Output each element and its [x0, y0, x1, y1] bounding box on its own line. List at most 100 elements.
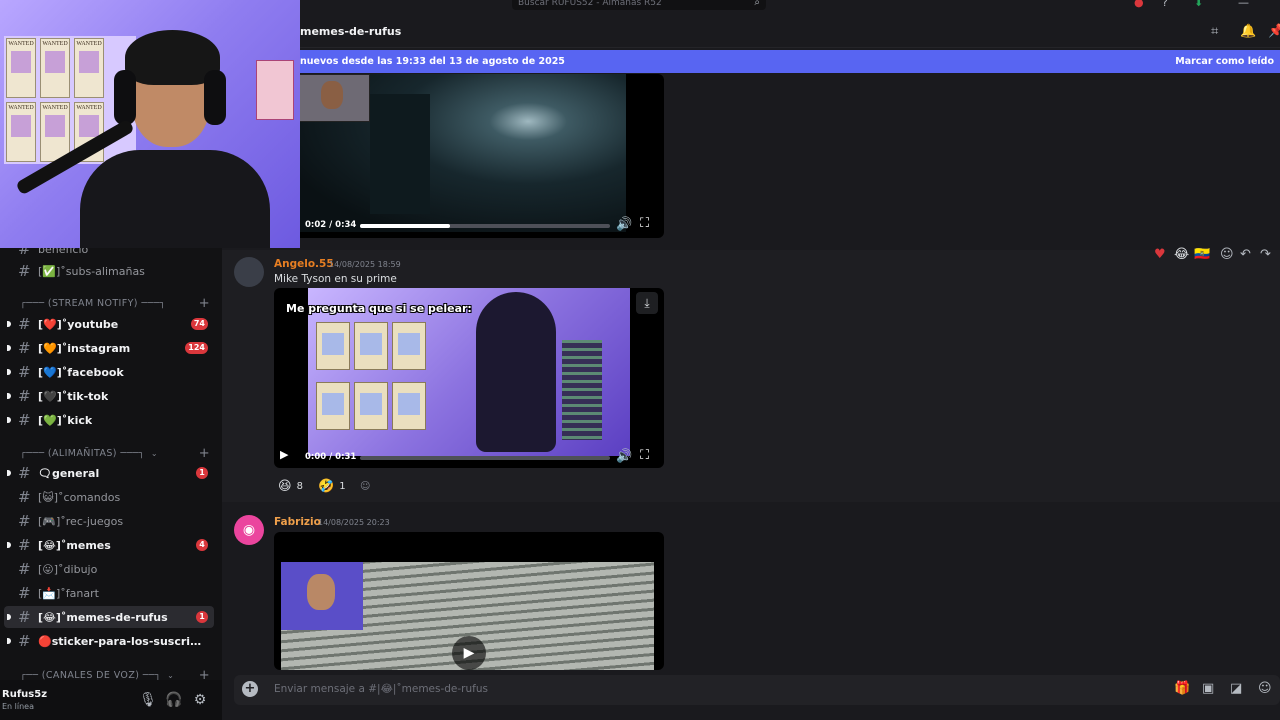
pin-icon[interactable]: 📌	[1268, 24, 1280, 39]
channel-tik-tok[interactable]: # [🖤]˚tik-tok	[4, 385, 214, 407]
chevron-down-icon: ⌄	[150, 448, 158, 458]
channel-title: memes-de-rufus	[300, 25, 402, 38]
user-panel: Rufus5z En línea 🎙 🎧 ⚙	[0, 680, 222, 720]
new-messages-bar[interactable]: nuevos desde las 19:33 del 13 de agosto …	[300, 50, 1280, 73]
hash-icon: #	[18, 387, 31, 405]
channel-fanart[interactable]: # [📩]˚fanart	[4, 582, 214, 604]
video-player[interactable]: Me pregunta que si se pelear: ⤓ ▶ 0:00 /…	[274, 288, 664, 468]
channel-kick[interactable]: # [💚]˚kick	[4, 409, 214, 431]
emoji-icon[interactable]: ☺	[1258, 681, 1272, 696]
hash-icon: #	[18, 512, 31, 530]
video-time: 0:00 / 0:31	[305, 452, 357, 462]
search-input[interactable]: Buscar RUFUS52 - Almañas R52 ⌕	[512, 0, 766, 10]
heart-reaction-icon[interactable]: ♥	[1154, 247, 1166, 262]
avatar[interactable]	[234, 257, 264, 287]
add-reaction-icon[interactable]: ☺	[1220, 247, 1234, 262]
channel-general[interactable]: # 🗨general 1	[4, 462, 214, 484]
reaction-emoji: 🤣	[318, 478, 335, 494]
help-icon[interactable]: ?	[1162, 0, 1168, 9]
unread-indicator	[7, 417, 11, 423]
fullscreen-icon[interactable]: ⛶	[640, 216, 649, 231]
headphones-right	[204, 70, 226, 125]
fullscreen-icon[interactable]: ⛶	[640, 448, 649, 463]
channel-memes-de-rufus[interactable]: # [😂]˚memes-de-rufus 1	[4, 606, 214, 628]
discord-avatar-icon[interactable]: ◉	[234, 515, 264, 545]
channel-dibujo[interactable]: # [😛]˚dibujo	[4, 558, 214, 580]
reply-icon[interactable]: ↶	[1240, 247, 1251, 262]
unread-indicator	[7, 345, 11, 351]
wanted-poster	[6, 38, 36, 98]
attach-plus-icon[interactable]: +	[242, 681, 258, 697]
video-progress-bar[interactable]	[360, 224, 610, 228]
gif-icon[interactable]: ▣	[1202, 681, 1214, 696]
gift-icon[interactable]: 🎁	[1174, 681, 1190, 696]
bell-icon[interactable]: 🔔	[1240, 24, 1256, 39]
unread-indicator	[7, 542, 11, 548]
channel-comandos[interactable]: # [😺]˚comandos	[4, 486, 214, 508]
video-frame	[476, 292, 556, 452]
microphone-icon[interactable]: 🎙	[138, 690, 158, 710]
message-composer[interactable]: + Enviar mensaje a #|😂|˚memes-de-rufus 🎁…	[234, 675, 1280, 705]
play-button-icon[interactable]: ▶	[452, 636, 486, 670]
message-text: Mike Tyson en su prime	[274, 273, 397, 285]
flag-reaction-icon[interactable]: 🇪🇨	[1194, 247, 1210, 262]
message-author[interactable]: Fabrizio	[274, 516, 321, 528]
channel-facebook[interactable]: # [💙]˚facebook	[4, 361, 214, 383]
chat-main: Buscar RUFUS52 - Almañas R52 ⌕ ● ? ⬇ — m…	[222, 0, 1280, 720]
hash-icon: #	[18, 584, 31, 602]
unread-indicator	[7, 470, 11, 476]
laugh-reaction-icon[interactable]: 😂	[1174, 247, 1189, 262]
video-progress-bar[interactable]	[360, 456, 610, 460]
hash-icon: #	[18, 632, 31, 650]
add-channel-icon[interactable]: +	[199, 296, 210, 311]
webcam-overlay	[281, 562, 363, 630]
category-alimanitas[interactable]: ┌─── (ALIMAÑITAS) ───┐ ⌄ +	[20, 445, 212, 461]
channel-youtube[interactable]: # [❤️]˚youtube 74	[4, 313, 214, 335]
hash-icon: #	[18, 608, 31, 626]
mention-badge: 1	[196, 467, 208, 479]
video-frame	[562, 340, 602, 440]
notification-icon[interactable]: ●	[1134, 0, 1144, 9]
hash-icon: #	[18, 339, 31, 357]
channel-memes[interactable]: # [😂]˚memes 4	[4, 534, 214, 556]
channel-instagram[interactable]: # [🧡]˚instagram 124	[4, 337, 214, 359]
hash-icon: #	[18, 488, 31, 506]
channel-subs-alimanas[interactable]: # [✅]˚subs-alimañas	[4, 260, 214, 282]
reaction-pill[interactable]: 😆 8	[274, 475, 307, 497]
channel-rec-juegos[interactable]: # [🎮]˚rec-juegos	[4, 510, 214, 532]
download-icon[interactable]: ⬇	[1194, 0, 1203, 9]
reaction-pill[interactable]: 🤣 1	[314, 475, 350, 497]
headphones-icon[interactable]: 🎧	[164, 690, 184, 710]
channel-sticker-suscritores[interactable]: # 🔴sticker-para-los-suscritores-...	[4, 630, 214, 652]
video-frame	[316, 322, 350, 370]
play-icon[interactable]: ▶	[280, 448, 288, 461]
reaction-emoji: 😆	[278, 478, 292, 494]
video-frame	[354, 322, 388, 370]
volume-icon[interactable]: 🔊	[616, 449, 632, 464]
webcam-overlay	[0, 0, 300, 248]
hash-icon: #	[18, 363, 31, 381]
video-player[interactable]: ▶	[274, 532, 664, 670]
sticker-icon[interactable]: ◪	[1230, 681, 1242, 696]
mark-as-read-button[interactable]: Marcar como leído	[1175, 56, 1274, 67]
message-author[interactable]: Angelo.55	[274, 258, 334, 270]
threads-icon[interactable]: ⌗	[1211, 24, 1218, 39]
download-icon[interactable]: ⤓	[636, 292, 658, 314]
message-input[interactable]: Enviar mensaje a #|😂|˚memes-de-rufus	[274, 683, 488, 695]
add-reaction-icon[interactable]: ☺	[356, 475, 374, 497]
mention-badge: 1	[196, 611, 208, 623]
volume-icon[interactable]: 🔊	[616, 217, 632, 232]
forward-icon[interactable]: ↷	[1260, 247, 1271, 262]
unread-indicator	[7, 393, 11, 399]
channel-header: Buscar RUFUS52 - Almañas R52 ⌕ ● ? ⬇ — m…	[222, 0, 1280, 48]
headphones-left	[114, 70, 136, 125]
mention-badge: 74	[190, 318, 208, 330]
hash-icon: #	[18, 464, 31, 482]
video-player[interactable]: 0:02 / 0:34 🔊 ⛶	[274, 74, 664, 238]
settings-gear-icon[interactable]: ⚙	[190, 690, 210, 710]
message-timestamp: 14/08/2025 18:59	[329, 260, 401, 269]
video-frame	[392, 322, 426, 370]
category-stream-notify[interactable]: ┌─── (STREAM NOTIFY) ───┐ +	[20, 295, 212, 311]
add-channel-icon[interactable]: +	[199, 446, 210, 461]
minimize-icon[interactable]: —	[1238, 0, 1249, 9]
